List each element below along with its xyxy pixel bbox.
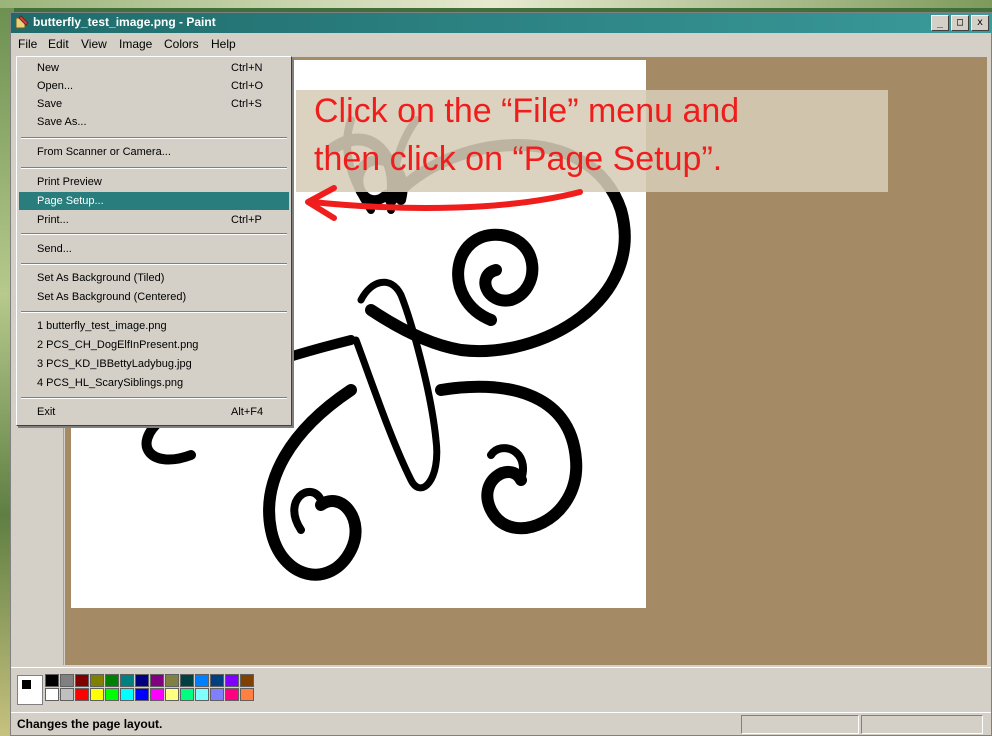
menu-separator	[21, 233, 287, 235]
menu-item-send[interactable]: Send...	[19, 240, 289, 258]
color-swatch[interactable]	[105, 688, 119, 701]
menu-image[interactable]: Image	[114, 34, 157, 54]
menu-separator	[21, 397, 287, 399]
status-pane-size	[861, 715, 983, 734]
color-palette-bar	[11, 667, 991, 712]
minimize-button[interactable]: _	[931, 15, 949, 31]
file-menu-dropdown: New Ctrl+N Open... Ctrl+O Save Ctrl+S Save …	[16, 56, 292, 426]
color-swatch[interactable]	[135, 674, 149, 687]
menu-item-save[interactable]: Save Ctrl+S	[19, 95, 289, 113]
color-swatch[interactable]	[165, 674, 179, 687]
menu-item-bg-tiled[interactable]: Set As Background (Tiled)	[19, 269, 289, 287]
paint-app-icon	[15, 15, 29, 29]
color-swatch[interactable]	[60, 688, 74, 701]
color-swatch[interactable]	[210, 674, 224, 687]
color-swatch[interactable]	[240, 688, 254, 701]
callout-line-2: then click on “Page Setup”.	[314, 140, 723, 178]
menu-item-bg-centered[interactable]: Set As Background (Centered)	[19, 288, 289, 306]
color-swatch[interactable]	[45, 674, 59, 687]
window-title: butterfly_test_image.png - Paint	[33, 15, 216, 29]
color-swatch[interactable]	[180, 674, 194, 687]
menu-colors[interactable]: Colors	[159, 34, 204, 54]
color-swatch[interactable]	[150, 674, 164, 687]
title-bar: butterfly_test_image.png - Paint _ □ x	[11, 13, 991, 33]
color-swatch[interactable]	[105, 674, 119, 687]
menu-item-recent-1[interactable]: 1 butterfly_test_image.png	[19, 317, 289, 335]
color-swatch[interactable]	[90, 688, 104, 701]
menu-item-new[interactable]: New Ctrl+N	[19, 59, 289, 77]
color-swatch[interactable]	[240, 674, 254, 687]
menu-item-recent-2[interactable]: 2 PCS_CH_DogElfInPresent.png	[19, 336, 289, 354]
menu-item-print[interactable]: Print... Ctrl+P	[19, 211, 289, 229]
color-swatch[interactable]	[195, 688, 209, 701]
menu-item-exit[interactable]: Exit Alt+F4	[19, 403, 289, 421]
menu-item-recent-4[interactable]: 4 PCS_HL_ScarySiblings.png	[19, 374, 289, 392]
red-arrow-annotation	[305, 185, 583, 221]
color-swatch[interactable]	[120, 674, 134, 687]
color-swatch[interactable]	[195, 674, 209, 687]
instruction-callout: Click on the “File” menu and then click …	[296, 90, 888, 192]
color-swatch[interactable]	[75, 688, 89, 701]
status-text: Changes the page layout.	[17, 717, 163, 731]
callout-line-1: Click on the “File” menu and	[314, 92, 740, 130]
menu-help[interactable]: Help	[206, 34, 241, 54]
desktop-background-top	[0, 0, 992, 8]
color-swatch[interactable]	[90, 674, 104, 687]
menu-item-page-setup[interactable]: Page Setup...	[19, 192, 289, 210]
window-controls: _ □ x	[931, 15, 989, 31]
menu-view[interactable]: View	[76, 34, 112, 54]
menu-item-print-preview[interactable]: Print Preview	[19, 173, 289, 191]
close-button[interactable]: x	[971, 15, 989, 31]
color-swatch[interactable]	[210, 688, 224, 701]
maximize-button[interactable]: □	[951, 15, 969, 31]
menu-item-save-as[interactable]: Save As...	[19, 113, 289, 131]
color-swatch[interactable]	[120, 688, 134, 701]
menu-separator	[21, 311, 287, 313]
color-swatch[interactable]	[165, 688, 179, 701]
foreground-color	[21, 679, 32, 690]
color-swatch[interactable]	[135, 688, 149, 701]
status-pane-coords	[741, 715, 859, 734]
color-swatches	[45, 674, 255, 701]
menu-bar: File Edit View Image Colors Help	[11, 34, 991, 54]
menu-item-recent-3[interactable]: 3 PCS_KD_IBBettyLadybug.jpg	[19, 355, 289, 373]
menu-separator	[21, 167, 287, 169]
color-swatch[interactable]	[225, 688, 239, 701]
menu-item-from-scanner[interactable]: From Scanner or Camera...	[19, 143, 289, 161]
color-swatch[interactable]	[225, 674, 239, 687]
menu-separator	[21, 263, 287, 265]
menu-edit[interactable]: Edit	[43, 34, 74, 54]
color-swatch[interactable]	[75, 674, 89, 687]
current-colors[interactable]	[17, 675, 43, 705]
status-bar: Changes the page layout.	[11, 712, 991, 735]
color-swatch[interactable]	[45, 688, 59, 701]
menu-file[interactable]: File	[13, 34, 42, 54]
color-swatch[interactable]	[180, 688, 194, 701]
menu-separator	[21, 137, 287, 139]
menu-item-open[interactable]: Open... Ctrl+O	[19, 77, 289, 95]
color-swatch[interactable]	[60, 674, 74, 687]
color-swatch[interactable]	[150, 688, 164, 701]
